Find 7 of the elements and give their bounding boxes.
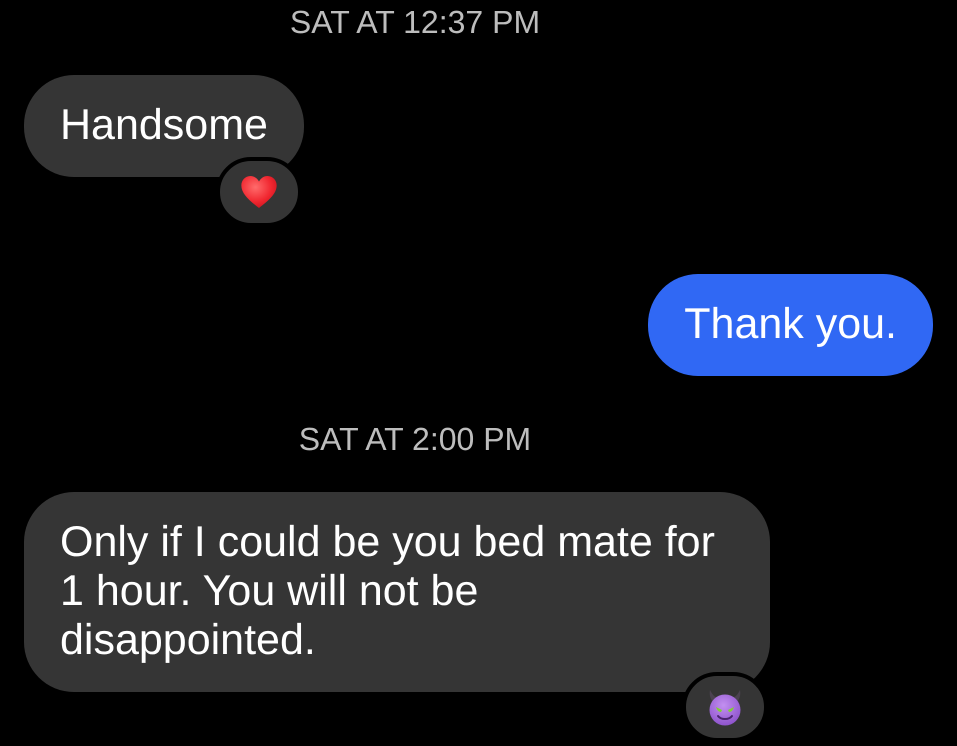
timestamp: SAT AT 12:37 PM [288, 3, 542, 42]
devil-face-icon [707, 688, 743, 726]
timestamp: SAT AT 2:00 PM [298, 420, 532, 459]
received-message-bubble: Handsome [24, 75, 304, 177]
sent-message-bubble: Thank you. [648, 274, 933, 376]
heart-icon [240, 176, 277, 208]
received-message-bubble: Only if I could be you bed mate for 1 hour. You will not be disappointed. [24, 492, 770, 692]
